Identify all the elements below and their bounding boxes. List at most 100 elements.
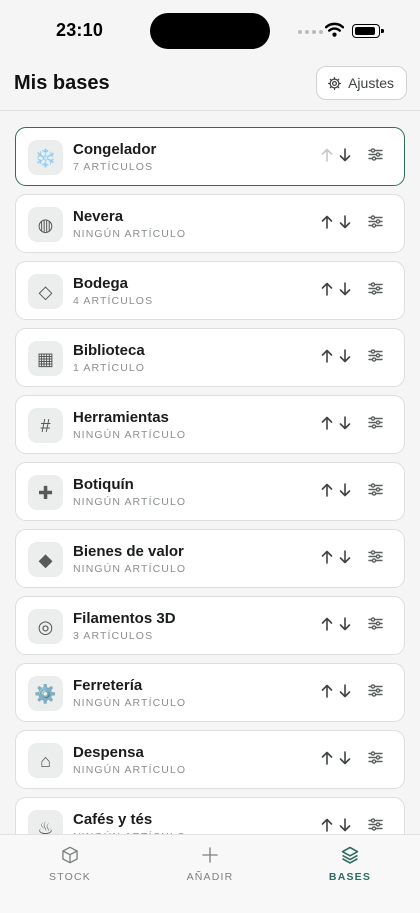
sliders-icon: [367, 148, 383, 166]
arrow-down-icon: [339, 482, 351, 502]
gear-icon: [328, 76, 342, 90]
move-up-button: [318, 146, 336, 168]
base-name: Bodega: [73, 275, 129, 292]
move-up-button[interactable]: [318, 615, 336, 637]
base-name: Nevera: [73, 208, 124, 225]
base-settings-button[interactable]: [364, 414, 386, 436]
base-settings-button[interactable]: [364, 280, 386, 302]
layers-icon: [341, 846, 359, 864]
move-up-button[interactable]: [318, 280, 336, 302]
page-title: Mis bases: [14, 72, 110, 94]
move-down-button[interactable]: [336, 548, 354, 570]
base-settings-button[interactable]: [364, 347, 386, 369]
arrow-down-icon: [339, 214, 351, 234]
base-name: Filamentos 3D: [73, 610, 176, 627]
header: Mis bases Ajustes: [0, 58, 420, 111]
base-card[interactable]: ◎ Filamentos 3D 3 ARTÍCULOS: [15, 596, 405, 655]
arrow-down-icon: [339, 348, 351, 368]
arrow-down-icon: [339, 281, 351, 301]
base-actions: [318, 280, 386, 302]
base-item-count: NINGÚN ARTÍCULO: [73, 764, 187, 776]
base-card[interactable]: ✚ Botiquín NINGÚN ARTÍCULO: [15, 462, 405, 521]
snowflake-icon: ❄️: [28, 140, 63, 175]
move-down-button[interactable]: [336, 213, 354, 235]
base-name: Botiquín: [73, 476, 134, 493]
move-down-button[interactable]: [336, 481, 354, 503]
circle-grid-icon: ◍: [28, 207, 63, 242]
box-icon: [62, 846, 78, 864]
base-card[interactable]: ◆ Bienes de valor NINGÚN ARTÍCULO: [15, 529, 405, 588]
move-down-button[interactable]: [336, 347, 354, 369]
move-up-button[interactable]: [318, 749, 336, 771]
base-card[interactable]: ❄️ Congelador 7 ARTÍCULOS: [15, 127, 405, 186]
dynamic-island: [150, 13, 270, 49]
arrow-up-icon: [321, 416, 333, 435]
base-actions: [318, 481, 386, 503]
base-settings-button[interactable]: [364, 481, 386, 503]
base-card[interactable]: # Herramientas NINGÚN ARTÍCULO: [15, 395, 405, 454]
base-card[interactable]: ⚙️ Ferretería NINGÚN ARTÍCULO: [15, 663, 405, 722]
base-actions: [318, 682, 386, 704]
base-item-count: 4 ARTÍCULOS: [73, 295, 154, 307]
move-up-button[interactable]: [318, 682, 336, 704]
tab-add[interactable]: AÑADIR: [155, 845, 265, 883]
tab-bar: STOCK AÑADIR BASES: [0, 834, 420, 913]
base-settings-button[interactable]: [364, 548, 386, 570]
base-item-count: NINGÚN ARTÍCULO: [73, 697, 187, 709]
settings-button[interactable]: Ajustes: [316, 66, 407, 100]
move-down-button[interactable]: [336, 146, 354, 168]
bases-list: ❄️ Congelador 7 ARTÍCULOS ◍ Nevera NINGÚN ART…: [15, 127, 405, 864]
move-down-button[interactable]: [336, 682, 354, 704]
arrow-down-icon: [339, 147, 351, 167]
move-up-button[interactable]: [318, 414, 336, 436]
sliders-icon: [367, 215, 383, 233]
sliders-icon: [367, 617, 383, 635]
sliders-icon: [367, 483, 383, 501]
base-actions: [318, 347, 386, 369]
base-settings-button[interactable]: [364, 615, 386, 637]
base-item-count: 3 ARTÍCULOS: [73, 630, 154, 642]
base-settings-button[interactable]: [364, 213, 386, 235]
arrow-down-icon: [339, 549, 351, 569]
base-item-count: NINGÚN ARTÍCULO: [73, 429, 187, 441]
sliders-icon: [367, 416, 383, 434]
move-down-button[interactable]: [336, 749, 354, 771]
house-icon: ⌂: [28, 743, 63, 778]
base-settings-button[interactable]: [364, 749, 386, 771]
arrow-up-icon: [321, 617, 333, 636]
diamond-filled-icon: ◆: [28, 542, 63, 577]
move-down-button[interactable]: [336, 280, 354, 302]
base-item-count: NINGÚN ARTÍCULO: [73, 563, 187, 575]
base-name: Herramientas: [73, 409, 169, 426]
move-up-button[interactable]: [318, 481, 336, 503]
base-card[interactable]: ◇ Bodega 4 ARTÍCULOS: [15, 261, 405, 320]
base-card[interactable]: ◍ Nevera NINGÚN ARTÍCULO: [15, 194, 405, 253]
move-down-button[interactable]: [336, 414, 354, 436]
target-icon: ◎: [28, 609, 63, 644]
base-item-count: NINGÚN ARTÍCULO: [73, 228, 187, 240]
base-actions: [318, 548, 386, 570]
move-down-button[interactable]: [336, 615, 354, 637]
base-settings-button[interactable]: [364, 682, 386, 704]
tab-stock-label: STOCK: [49, 871, 91, 883]
base-settings-button[interactable]: [364, 146, 386, 168]
arrow-down-icon: [339, 616, 351, 636]
arrow-down-icon: [339, 750, 351, 770]
move-up-button[interactable]: [318, 213, 336, 235]
base-card[interactable]: ▦ Biblioteca 1 ARTÍCULO: [15, 328, 405, 387]
arrow-up-icon: [321, 148, 333, 167]
sliders-icon: [367, 751, 383, 769]
tab-stock[interactable]: STOCK: [15, 845, 125, 883]
tab-add-label: AÑADIR: [186, 871, 234, 883]
base-card[interactable]: ⌂ Despensa NINGÚN ARTÍCULO: [15, 730, 405, 789]
move-up-button[interactable]: [318, 347, 336, 369]
arrow-down-icon: [339, 683, 351, 703]
arrow-down-icon: [339, 415, 351, 435]
square-icon: ▦: [28, 341, 63, 376]
sliders-icon: [367, 282, 383, 300]
tab-bases[interactable]: BASES: [295, 845, 405, 883]
diamond-outline-icon: ◇: [28, 274, 63, 309]
move-up-button[interactable]: [318, 548, 336, 570]
hash-icon: #: [28, 408, 63, 443]
base-name: Despensa: [73, 744, 144, 761]
